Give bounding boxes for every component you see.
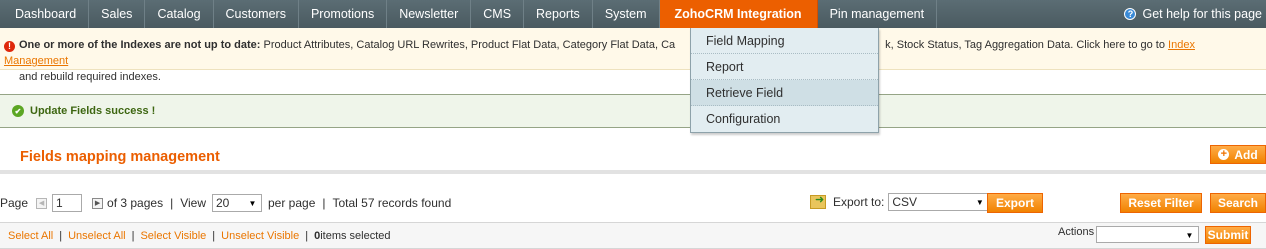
export-format-select[interactable]: CSV ▼ [888,193,990,211]
export-button[interactable]: Export [987,193,1043,213]
export-format-value: CSV [892,195,918,209]
check-icon: ✔ [12,105,24,117]
prev-page-icon: ◀ [36,197,48,209]
separator: | [170,196,174,210]
help-link[interactable]: ? Get help for this page [1124,0,1266,28]
plus-icon: + [1218,149,1230,160]
error-icon: ! [4,41,15,52]
notice-line-1: ! One or more of the Indexes are not up t… [4,37,1258,69]
top-nav: Dashboard Sales Catalog Customers Promot… [0,0,1266,28]
separator: | [305,229,309,242]
nav-reports[interactable]: Reports [524,0,593,28]
next-page-icon[interactable]: ▶ [92,197,104,209]
page-label: Page [0,196,29,210]
separator: | [212,229,216,242]
nav-system[interactable]: System [593,0,660,28]
per-page-text: per page [268,196,316,210]
actions-select[interactable]: ▼ [1096,226,1199,243]
add-button[interactable]: + Add [1210,145,1266,164]
nav-promotions[interactable]: Promotions [299,0,388,28]
view-label: View [180,196,206,210]
export-label: Export to: [833,195,885,209]
nav-catalog[interactable]: Catalog [145,0,214,28]
submit-button[interactable]: Submit [1205,226,1251,244]
nav-cms[interactable]: CMS [471,0,525,28]
success-message: ✔ Update Fields success ! [0,94,1266,128]
menu-item-report[interactable]: Report [691,54,878,80]
view-per-page-value: 20 [216,196,230,210]
index-notice: ! One or more of the Indexes are not up t… [0,28,1266,83]
separator: | [131,229,135,242]
menu-item-field-mapping[interactable]: Field Mapping [691,28,878,54]
help-link-label: Get help for this page [1142,7,1262,21]
chevron-down-icon: ▼ [1185,230,1194,240]
export-icon [810,193,826,209]
selected-count-suffix: items selected [320,229,391,242]
of-pages-text: of 3 pages [107,196,164,210]
notice-text-b: k, Stock Status, Tag Aggregation Data. C… [885,39,1169,51]
unselect-visible-link[interactable]: Unselect Visible [221,230,299,242]
nav-customers[interactable]: Customers [214,0,299,28]
export-controls: Export to: CSV ▼ [810,193,990,211]
separator: | [59,229,63,242]
reset-filter-button[interactable]: Reset Filter [1120,193,1202,213]
total-records: Total 57 records found [332,196,452,210]
chevron-down-icon: ▼ [975,197,984,207]
select-visible-link[interactable]: Select Visible [140,230,206,242]
success-text: Update Fields success ! [30,105,156,117]
unselect-all-link[interactable]: Unselect All [68,230,125,242]
nav-dashboard[interactable]: Dashboard [0,0,90,28]
select-all-link[interactable]: Select All [8,230,53,242]
page-number-input[interactable]: 1 [52,194,83,212]
actions-label: Actions [1058,226,1095,238]
add-button-label: Add [1234,147,1258,162]
nav-sales[interactable]: Sales [89,0,146,28]
help-icon: ? [1124,8,1137,20]
nav-zohocrm-integration[interactable]: ZohoCRM Integration [659,0,818,28]
title-divider [0,170,1266,174]
notice-text-a: Product Attributes, Catalog URL Rewrites… [260,39,676,51]
notice-bold: One or more of the Indexes are not up to… [19,39,261,51]
nav-newsletter[interactable]: Newsletter [387,0,472,28]
separator: | [322,196,326,210]
notice-line-2: and rebuild required indexes. [19,71,161,83]
search-button[interactable]: Search [1210,193,1266,213]
page-title: Fields mapping management [20,149,220,165]
menu-item-configuration[interactable]: Configuration [691,106,878,132]
zohocrm-dropdown-menu: Field Mapping Report Retrieve Field Conf… [690,28,879,133]
nav-pin-management[interactable]: Pin management [818,0,938,28]
pager: Page ◀ 1 ▶ of 3 pages | View 20 ▼ per pa… [0,193,451,213]
menu-item-retrieve-field[interactable]: Retrieve Field [691,80,878,106]
view-per-page-select[interactable]: 20 ▼ [212,194,262,212]
chevron-down-icon: ▼ [248,198,257,208]
